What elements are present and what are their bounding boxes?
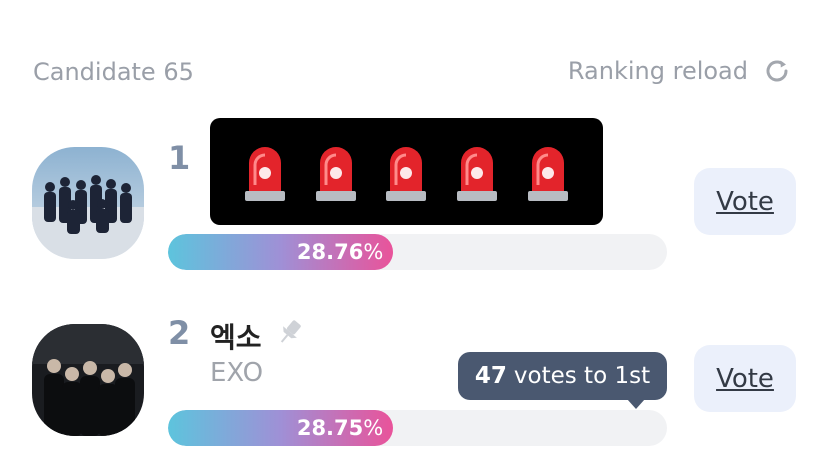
siren-icon <box>315 146 356 201</box>
siren-icon <box>245 146 286 201</box>
rank-number: 1 <box>168 139 191 177</box>
siren-icon <box>386 146 427 201</box>
candidate-name: 엑소 <box>210 321 262 354</box>
pin-icon[interactable] <box>274 316 306 348</box>
vote-progress-fill: 28.76% <box>168 234 394 270</box>
vote-button[interactable]: Vote <box>694 168 796 235</box>
obscured-name-box <box>210 118 603 225</box>
ranking-reload-label: Ranking reload <box>567 57 748 85</box>
candidate-avatar <box>32 147 144 259</box>
ranking-reload-button[interactable]: Ranking reload <box>568 56 792 86</box>
rank-number: 2 <box>168 314 191 352</box>
siren-icon <box>457 146 498 201</box>
refresh-icon[interactable] <box>762 56 792 86</box>
candidate-row-1: 1 28.76% Vote <box>0 115 828 275</box>
siren-icon <box>527 146 568 201</box>
vote-button[interactable]: Vote <box>694 345 796 412</box>
candidate-row-2: 2 엑소 EXO 47 votes to 1st 28.75% Vote <box>0 292 828 452</box>
vote-gap-text: votes to 1st <box>513 363 651 389</box>
candidate-sub-name: EXO <box>210 358 264 388</box>
candidate-count: Candidate 65 <box>33 58 194 86</box>
group-photo-image <box>32 324 144 436</box>
vote-percentage: 28.75% <box>296 416 384 440</box>
vote-percentage: 28.76% <box>296 240 384 264</box>
vote-progress-bar: 28.76% <box>168 234 667 270</box>
vote-gap-count: 47 <box>474 363 507 389</box>
vote-progress-fill: 28.75% <box>168 410 394 446</box>
group-photo-image <box>32 147 144 259</box>
candidate-avatar <box>32 324 144 436</box>
vote-progress-bar: 28.75% <box>168 410 667 446</box>
vote-gap-tooltip: 47 votes to 1st <box>458 352 667 409</box>
